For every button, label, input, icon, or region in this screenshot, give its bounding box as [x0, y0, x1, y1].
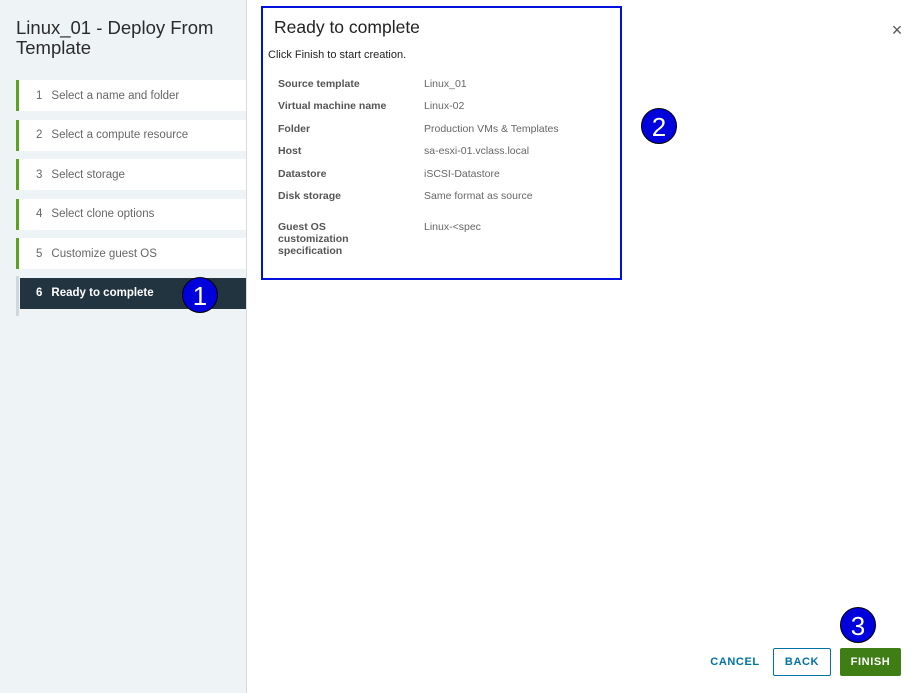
- cancel-button[interactable]: CANCEL: [706, 648, 764, 676]
- step-number: 5: [36, 247, 43, 260]
- page-title: Ready to complete: [274, 17, 420, 37]
- step-label: Select a compute resource: [51, 129, 189, 141]
- ready-to-complete-panel: Ready to complete Click Finish to start …: [261, 6, 622, 280]
- summary-value: Linux-<spec: [424, 221, 481, 234]
- summary-row-host: Host sa-esxi-01.vclass.local: [278, 145, 613, 167]
- step-select-name-folder[interactable]: 1 Select a name and folder: [16, 80, 246, 111]
- step-customize-guest-os[interactable]: 5 Customize guest OS: [16, 238, 246, 269]
- finish-button[interactable]: FINISH: [840, 648, 901, 676]
- summary-key: Disk storage: [278, 189, 342, 202]
- summary-row-vm-name: Virtual machine name Linux-02: [278, 100, 613, 122]
- deploy-wizard-dialog: Linux_01 - Deploy From Template 1 Select…: [0, 0, 913, 693]
- step-label: Select storage: [51, 168, 125, 181]
- summary-row-folder: Folder Production VMs & Templates: [278, 123, 613, 145]
- wizard-sidebar: Linux_01 - Deploy From Template 1 Select…: [0, 0, 247, 693]
- summary-value: sa-esxi-01.vclass.local: [424, 145, 530, 158]
- step-select-clone-options[interactable]: 4 Select clone options: [16, 198, 246, 230]
- back-button[interactable]: BACK: [773, 648, 831, 676]
- step-number: 2: [36, 129, 43, 141]
- wizard-title: Linux_01 - Deploy From Template: [16, 17, 214, 58]
- summary-value: Linux_01: [424, 78, 467, 90]
- callout-badge-1: 1: [182, 277, 218, 313]
- summary-key: Guest OS customization specification: [278, 221, 349, 258]
- step-label: Select clone options: [51, 208, 155, 220]
- summary-row-guest-os-spec: Guest OS customization specification Lin…: [278, 221, 613, 267]
- summary-key: Datastore: [278, 167, 327, 180]
- step-number: 1: [36, 89, 43, 102]
- step-select-storage[interactable]: 3 Select storage: [16, 159, 246, 190]
- step-number: 4: [36, 208, 43, 220]
- summary-key: Folder: [278, 122, 311, 135]
- step-label: Select a name and folder: [51, 89, 180, 102]
- callout-badge-3: 3: [840, 607, 876, 643]
- page-subtitle: Click Finish to start creation.: [268, 49, 407, 61]
- summary-key: Source template: [278, 78, 360, 90]
- step-label: Customize guest OS: [51, 247, 157, 260]
- summary-value: Same format as source: [424, 189, 533, 202]
- callout-badge-2: 2: [641, 108, 677, 144]
- step-progress-bar-end: [16, 276, 19, 316]
- summary-value: Linux-02: [424, 100, 465, 113]
- step-number: 3: [36, 168, 43, 181]
- summary-list: Source template Linux_01 Virtual machine…: [278, 78, 613, 267]
- summary-key: Virtual machine name: [278, 100, 387, 113]
- close-icon[interactable]: ×: [890, 21, 904, 39]
- summary-row-datastore: Datastore iSCSI-Datastore: [278, 168, 613, 190]
- summary-row-source-template: Source template Linux_01: [278, 78, 613, 100]
- summary-key: Host: [278, 145, 302, 158]
- step-number: 6: [36, 287, 43, 299]
- step-select-compute-resource[interactable]: 2 Select a compute resource: [16, 119, 246, 151]
- summary-value: iSCSI-Datastore: [424, 167, 500, 180]
- summary-row-disk-storage: Disk storage Same format as source: [278, 190, 613, 212]
- summary-value: Production VMs & Templates: [424, 122, 559, 135]
- step-label: Ready to complete: [51, 287, 154, 299]
